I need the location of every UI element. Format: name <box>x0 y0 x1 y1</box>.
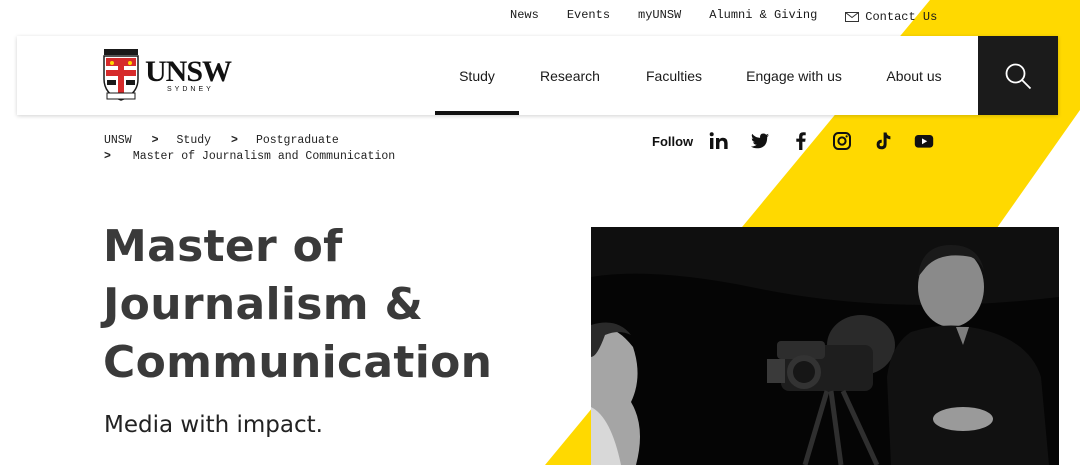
logo-sub: SYDNEY <box>167 85 214 93</box>
breadcrumb-item-study[interactable]: Study <box>177 133 212 149</box>
twitter-icon[interactable] <box>748 129 772 153</box>
linkedin-icon[interactable] <box>707 129 731 153</box>
breadcrumb-item-postgraduate[interactable]: Postgraduate <box>256 133 339 149</box>
social-follow: Follow <box>652 128 953 154</box>
nav-item-research[interactable]: Research <box>519 36 621 115</box>
search-button[interactable] <box>978 36 1058 115</box>
facebook-icon[interactable] <box>789 129 813 153</box>
title-line-3: Communication <box>103 337 493 388</box>
hero-photo <box>591 227 1059 465</box>
follow-label: Follow <box>652 133 694 149</box>
title-line-1: Master of <box>103 221 343 272</box>
site-header: UNSW SYDNEY Study Research Faculties Eng… <box>17 36 1058 115</box>
utility-link-events[interactable]: Events <box>567 8 610 26</box>
utility-nav: News Events myUNSW Alumni & Giving Conta… <box>510 8 937 26</box>
breadcrumb-separator: > <box>231 134 238 147</box>
nav-item-study[interactable]: Study <box>435 36 519 115</box>
search-icon <box>1005 63 1032 89</box>
utility-link-news[interactable]: News <box>510 8 539 26</box>
breadcrumb-separator: > <box>104 150 111 163</box>
nav-item-engage[interactable]: Engage with us <box>727 36 861 115</box>
unsw-crest-icon <box>103 49 139 101</box>
nav-item-faculties[interactable]: Faculties <box>621 36 727 115</box>
breadcrumb-item-unsw[interactable]: UNSW <box>104 133 132 149</box>
unsw-logo[interactable]: UNSW SYDNEY <box>103 49 232 101</box>
youtube-icon[interactable] <box>912 129 936 153</box>
breadcrumb: UNSW > Study > Postgraduate > Master of … <box>104 133 395 165</box>
page-subtitle: Media with impact. <box>104 412 323 438</box>
logo-name: UNSW <box>145 54 232 88</box>
utility-link-myunsw[interactable]: myUNSW <box>638 8 681 26</box>
contact-label: Contact Us <box>865 10 938 24</box>
utility-link-alumni[interactable]: Alumni & Giving <box>709 8 817 26</box>
main-nav: Study Research Faculties Engage with us … <box>435 36 967 115</box>
nav-item-about[interactable]: About us <box>861 36 967 115</box>
instagram-icon[interactable] <box>830 129 854 153</box>
page-title: Master of Journalism & Communication <box>103 218 563 392</box>
title-line-2: Journalism & <box>103 279 424 330</box>
tiktok-icon[interactable] <box>871 129 895 153</box>
breadcrumb-separator: > <box>151 134 159 147</box>
mail-icon <box>845 12 860 22</box>
breadcrumb-item-current: Master of Journalism and Communication <box>132 150 396 163</box>
utility-link-contact[interactable]: Contact Us <box>845 8 937 26</box>
